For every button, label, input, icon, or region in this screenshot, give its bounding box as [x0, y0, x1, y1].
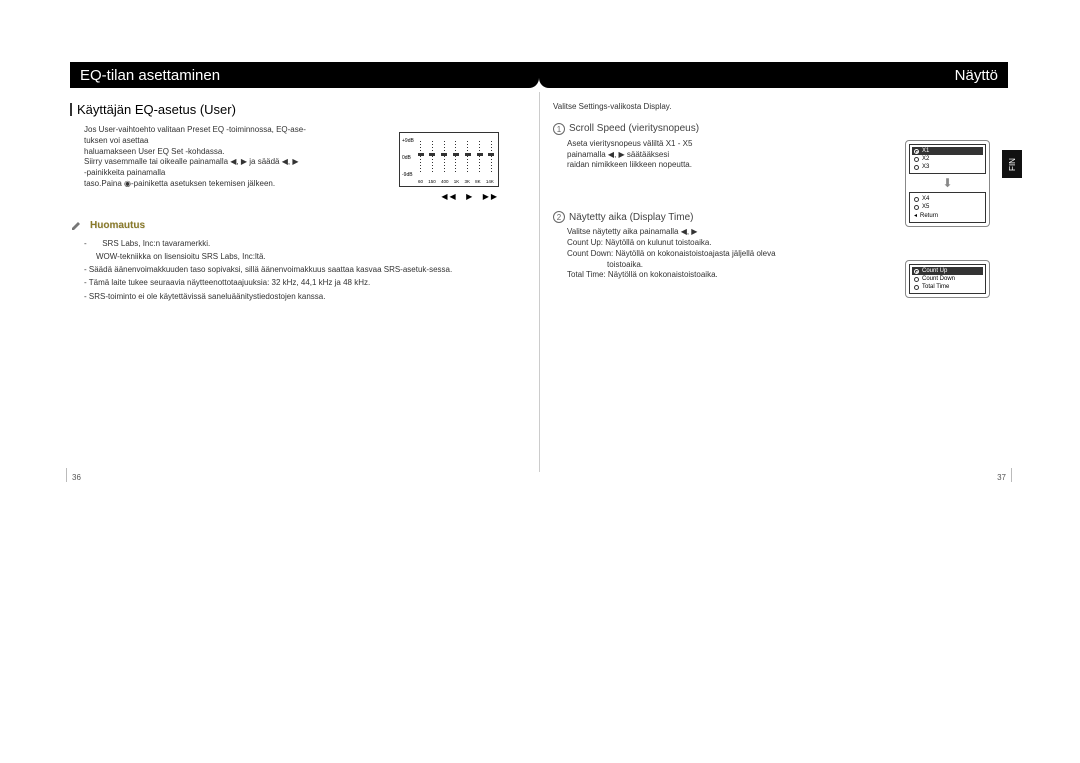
freq-2: 400: [441, 179, 449, 184]
time-countup[interactable]: Count Up: [912, 267, 983, 275]
page-left: EQ-tilan asettaminen Käyttäjän EQ-asetus…: [70, 62, 539, 662]
speed-return[interactable]: ◂Return: [912, 211, 983, 220]
dt-1: Valitse näytetty aika painamalla ◀, ▶: [567, 227, 803, 238]
speed-x2[interactable]: X2: [912, 155, 983, 163]
freq-6: 14K: [486, 179, 494, 184]
device-screen-speed: X1 X2 X3 ⬇ X4 X5 ◂Return: [905, 140, 990, 227]
page-num-line: [66, 468, 67, 482]
dt-2: Count Up: Näytöllä on kulunut toistoaika…: [567, 238, 803, 249]
scroll-speed-label: Scroll Speed (vieritysnopeus): [569, 123, 699, 134]
user-eq-body: Jos User-vaihtoehto valitaan Preset EQ -…: [70, 125, 320, 190]
bullet-2c: taso.Paina ◉-painiketta asetuksen tekemi…: [84, 179, 320, 190]
eq-slider[interactable]: [467, 141, 468, 174]
note-list: - SRS Labs, Inc:n tavaramerkki. WOW-tekn…: [70, 238, 539, 302]
eq-slider[interactable]: [444, 141, 445, 174]
freq-0: 60: [418, 179, 423, 184]
time-countdown[interactable]: Count Down: [912, 275, 983, 283]
speed-x4[interactable]: X4: [912, 195, 983, 203]
header-right-text: Näyttö: [955, 67, 998, 84]
scroll-speed-body: Aseta vieritysnopeus väliltä X1 - X5 pai…: [553, 139, 783, 171]
ss-2: painamalla ◀, ▶ säätääksesi: [567, 150, 783, 161]
page-left-header: EQ-tilan asettaminen: [70, 62, 539, 88]
bullet-1b: haluamakseen User EQ Set -kohdassa.: [84, 147, 320, 158]
display-time-label: Näytetty aika (Display Time): [569, 212, 693, 223]
note-heading: Huomautus: [70, 220, 539, 232]
header-left-text: EQ-tilan asettaminen: [80, 67, 220, 84]
bullet-2: Siirry vasemmalle tai oikealle painamall…: [84, 157, 320, 168]
eq-db-1: 0dB: [402, 154, 414, 162]
eq-slider[interactable]: [479, 141, 480, 174]
page-number-right: 37: [997, 473, 1006, 482]
eq-slider[interactable]: [455, 141, 456, 174]
eq-db-0: +9dB: [402, 137, 414, 145]
eq-graph-box: +9dB 0dB -9dB 60 150 400 1K 3K 8K 14K: [399, 132, 499, 187]
speed-x5[interactable]: X5: [912, 203, 983, 211]
section-user-eq: Käyttäjän EQ-asetus (User): [70, 102, 539, 117]
page-right: Näyttö FIN Valitse Settings-valikosta Di…: [539, 62, 1008, 662]
section-user-eq-label: Käyttäjän EQ-asetus (User): [77, 102, 236, 117]
eq-slider[interactable]: [432, 141, 433, 174]
eq-freq-labels: 60 150 400 1K 3K 8K 14K: [418, 179, 494, 184]
freq-1: 150: [428, 179, 436, 184]
note-1: WOW-tekniikka on lisensioitu SRS Labs, I…: [90, 251, 539, 262]
freq-5: 8K: [475, 179, 481, 184]
ss-3: raidan nimikkeen liikkeen nopeutta.: [567, 160, 783, 171]
transport-icons: ◀◀ ▶ ▶▶: [441, 192, 499, 201]
eq-db-2: -9dB: [402, 171, 414, 179]
bullet-2b: -painikkeita painamalla: [84, 168, 320, 179]
next-icon: ▶▶: [483, 192, 499, 201]
dt-3b: toistoaika.: [567, 260, 803, 271]
freq-4: 3K: [464, 179, 470, 184]
intro-text: Valitse Settings-valikosta Display.: [553, 102, 1008, 113]
circ-1: 1: [553, 123, 565, 135]
note-2: - Säädä äänenvoimakkuuden taso sopivaksi…: [90, 264, 539, 275]
dt-4: Total Time: Näytöllä on kokonaistoistoai…: [567, 270, 803, 281]
section-marker: [70, 103, 72, 116]
eq-db-labels: +9dB 0dB -9dB: [402, 137, 414, 179]
circ-2: 2: [553, 211, 565, 223]
arrow-down-icon: ⬇: [909, 176, 986, 190]
side-language-tab: FIN: [1002, 150, 1022, 178]
dt-3: Count Down: Näytöllä on kokonaistoistoaj…: [567, 249, 803, 260]
pencil-icon: [70, 220, 84, 232]
note-3: - Tämä laite tukee seuraavia näytteenott…: [90, 277, 539, 288]
ss-1: Aseta vieritysnopeus väliltä X1 - X5: [567, 139, 783, 150]
speed-x3[interactable]: X3: [912, 163, 983, 171]
speed-x1[interactable]: X1: [912, 147, 983, 155]
note-4: - SRS-toiminto ei ole käytettävissä sane…: [90, 291, 539, 302]
bullet-1: Jos User-vaihtoehto valitaan Preset EQ -…: [84, 125, 320, 147]
page-num-line: [1011, 468, 1012, 482]
side-tab-text: FIN: [1007, 158, 1016, 171]
eq-slider[interactable]: [420, 141, 421, 174]
scroll-speed-title: 1 Scroll Speed (vieritysnopeus): [553, 123, 1008, 135]
note-0: - SRS Labs, Inc:n tavaramerkki.: [90, 238, 539, 249]
play-icon: ▶: [466, 192, 474, 201]
device-screen-time: Count Up Count Down Total Time: [905, 260, 990, 298]
prev-icon: ◀◀: [441, 192, 457, 201]
page-number-left: 36: [72, 473, 81, 482]
freq-3: 1K: [454, 179, 460, 184]
display-time-body: Valitse näytetty aika painamalla ◀, ▶ Co…: [553, 227, 803, 281]
note-heading-text: Huomautus: [90, 220, 145, 231]
eq-slider[interactable]: [491, 141, 492, 174]
time-total[interactable]: Total Time: [912, 283, 983, 291]
eq-sliders: [420, 141, 492, 174]
page-right-header: Näyttö: [539, 62, 1008, 88]
